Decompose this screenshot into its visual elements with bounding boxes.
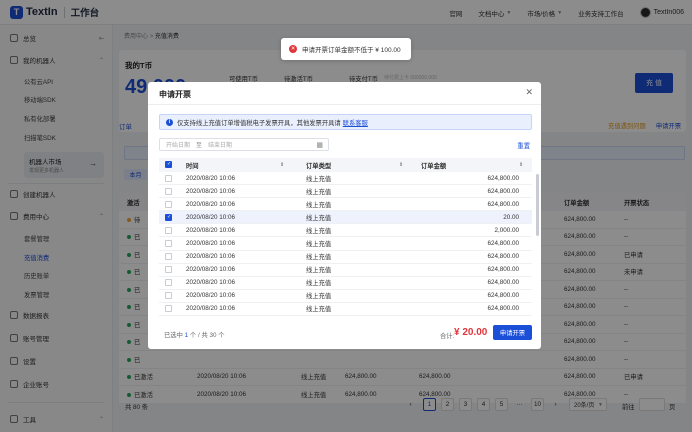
date-start-input[interactable]: 开始日期	[166, 140, 190, 149]
table-row[interactable]: 2020/08/20 10:06 线上充值 624,800.00	[159, 185, 532, 199]
reset-button[interactable]: 重置	[517, 141, 530, 150]
sort-icon[interactable]: ⇕	[399, 162, 403, 168]
row-checkbox[interactable]	[165, 266, 172, 274]
row-checkbox[interactable]	[165, 187, 172, 195]
modal-table-header: 时间 ⇕ 订单类型 ⇕ 订单金额 ⇕	[159, 158, 532, 172]
date-range-picker[interactable]: 开始日期 至 结束日期 ▦	[159, 138, 329, 151]
scrollbar[interactable]	[536, 174, 539, 236]
invoice-modal: 申请开票 ✕ i 仅支持线上充值订单增值税电子发票开具，其他发票开具请 联系客服…	[148, 82, 541, 349]
error-toast: ✕ 申请开票订单金额不低于 ¥ 100.00	[281, 38, 411, 60]
info-text: 仅支持线上充值订单增值税电子发票开具，其他发票开具请	[177, 119, 341, 127]
divider	[148, 104, 541, 105]
table-row[interactable]: 2020/08/20 10:06 线上充值 2,000.00	[159, 224, 532, 238]
error-icon: ✕	[289, 45, 297, 53]
date-end-input[interactable]: 结束日期	[208, 140, 232, 149]
select-all-checkbox[interactable]	[165, 161, 172, 168]
table-row[interactable]: 2020/08/20 10:06 线上充值 624,800.00	[159, 251, 532, 264]
info-icon: i	[166, 118, 173, 126]
modal-table-body: 2020/08/20 10:06 线上充值 624,800.00 2020/08/20…	[159, 172, 532, 317]
row-checkbox[interactable]	[165, 253, 172, 261]
table-row[interactable]: 2020/08/20 10:06 线上充值 624,800.00	[159, 264, 532, 277]
row-checkbox[interactable]	[165, 213, 172, 221]
table-row[interactable]: 2020/08/20 10:06 线上充值 624,800.00	[159, 172, 532, 186]
calendar-icon: ▦	[316, 142, 323, 149]
row-checkbox[interactable]	[165, 292, 172, 300]
row-checkbox[interactable]	[165, 305, 172, 313]
table-row[interactable]: 2020/08/20 10:06 线上充值 624,800.00	[159, 290, 532, 303]
total-amount: ¥ 20.00	[454, 327, 488, 338]
selection-summary: 已选中 1 个 / 共 30 个	[164, 332, 225, 339]
sort-icon[interactable]: ⇕	[280, 162, 284, 168]
table-row[interactable]: 2020/08/20 10:06 线上充值 624,800.00	[159, 303, 532, 317]
row-checkbox[interactable]	[165, 279, 172, 287]
modal-orders-table: 时间 ⇕ 订单类型 ⇕ 订单金额 ⇕ 2020/08/20 10:06线上充值6…	[159, 158, 532, 318]
close-icon[interactable]: ✕	[525, 87, 533, 98]
sort-icon[interactable]: ⇕	[519, 162, 523, 168]
row-checkbox[interactable]	[165, 226, 172, 234]
table-row[interactable]: 2020/08/20 10:06线上充值20.00	[159, 211, 532, 225]
table-row[interactable]: 2020/08/20 10:06 线上充值 624,800.00	[159, 277, 532, 290]
row-checkbox[interactable]	[165, 240, 172, 248]
table-row[interactable]: 2020/08/20 10:06 线上充值 624,800.00	[159, 237, 532, 251]
total-label: 合计:	[440, 333, 455, 340]
row-checkbox[interactable]	[165, 200, 172, 208]
modal-title: 申请开票	[159, 90, 191, 99]
contact-support-link[interactable]: 联系客服	[343, 118, 368, 127]
modal-info-banner: i 仅支持线上充值订单增值税电子发票开具，其他发票开具请 联系客服	[159, 114, 532, 130]
toast-message: 申请开票订单金额不低于 ¥ 100.00	[302, 47, 401, 54]
row-checkbox[interactable]	[165, 174, 172, 182]
submit-invoice-button[interactable]: 申请开票	[493, 325, 532, 340]
table-row[interactable]: 2020/08/20 10:06 线上充值 624,800.00	[159, 198, 532, 212]
